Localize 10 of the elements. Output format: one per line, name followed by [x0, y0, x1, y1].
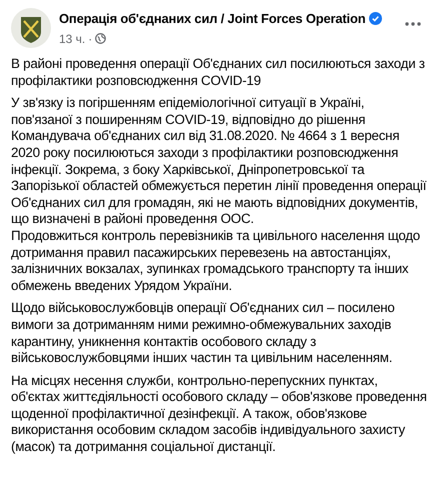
avatar-icon[interactable]: [11, 8, 51, 48]
post-paragraph: В районі проведення операції Об'єднаних сил посилюються заходи з профілактики розповсюдження COVID-19: [11, 56, 426, 90]
more-options-icon[interactable]: [405, 22, 421, 26]
globe-icon: [95, 33, 106, 44]
post-paragraph: У зв'язку із погіршенням епідеміологічної ситуації в Україні, пов'язаної з поширенням COVID-19, відповідно до рішення Командувача об'єднаних сил від 31.08.2020. № 4664 з 1 вересня 2020 року посилюються заходи з профілактики розповсюдження інфекції. Зокрема, з боку Харківської, Дніпропетровської та Запорізької областей обмежується перетин лінії проведення операції Об'єднаних сил для громадян, які не мають відповідних документів, що визначені в районі проведення ООС. Продовжиться контроль перевізників та цивільного населення щодо дотримання правил пасажирських перевезень на автостанціях, залізничних вокзалах, зупинках громадського транспорту та інших обмежень введених Урядом України.: [11, 95, 427, 294]
post-paragraph: На місцях несення служби, контрольно-перепускних пунктах, об'єктах життєдіяльності особового складу – обов'язкове проведення щоденної профілактичної дезінфекції. А також, обов'язкове використання особовим складом засобів індивідуального захисту (масок) та дотримання соціальної дистанції.: [11, 372, 427, 456]
page-name[interactable]: Операція об'єднаних сил / Joint Forces Operation: [59, 9, 366, 28]
post-time[interactable]: 13 ч.: [59, 30, 86, 48]
separator: ·: [88, 30, 92, 48]
post-paragraph: Щодо військовослужбовців операції Об'єднаних сил – посилено вимоги за дотриманням ними режимно-обмежувальних заходів карантину, уникнення контактів особового складу з військовослужбовцями інших частин та цивільним населенням.: [11, 300, 396, 367]
